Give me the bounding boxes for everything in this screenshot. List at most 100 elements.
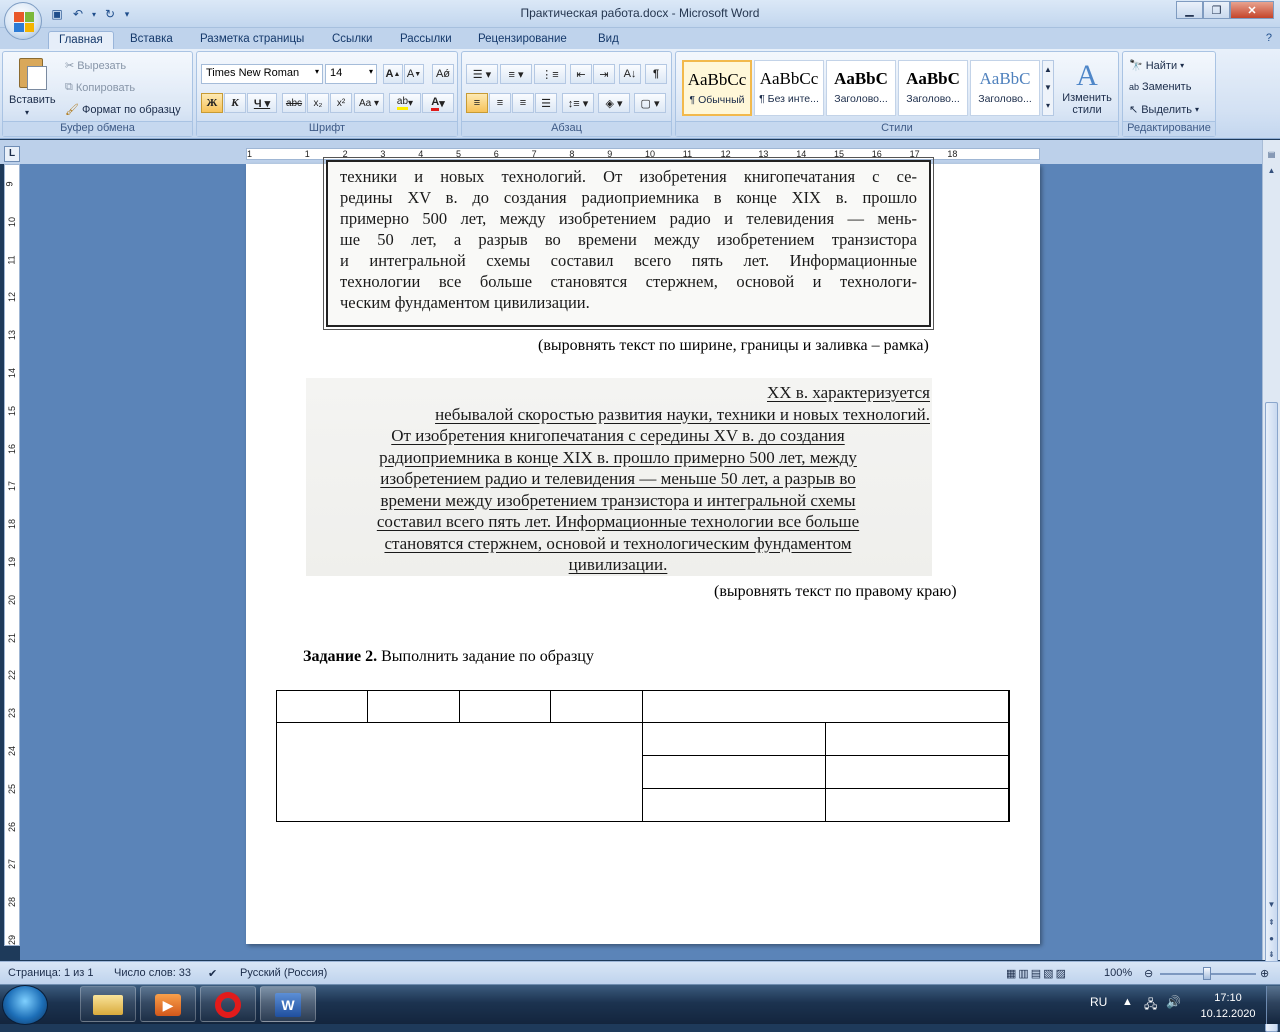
start-button[interactable]	[2, 985, 48, 1025]
zoom-level[interactable]: 100%	[1104, 967, 1132, 979]
tab-view[interactable]: Вид	[588, 31, 629, 50]
font-size-dropdown-icon[interactable]: ▾	[369, 67, 373, 76]
font-dropdown-icon[interactable]: ▾	[315, 67, 319, 76]
change-case-icon[interactable]: Aa ▾	[354, 93, 384, 113]
table-cell[interactable]	[459, 690, 551, 723]
multilevel-list-icon[interactable]: ⋮≡	[534, 64, 566, 84]
table-cell[interactable]	[642, 788, 826, 822]
paste-button[interactable]: Вставить	[9, 94, 56, 106]
page-count[interactable]: Страница: 1 из 1	[8, 967, 94, 979]
paste-icon[interactable]	[11, 58, 53, 92]
table-cell[interactable]	[642, 755, 826, 789]
show-formatting-icon[interactable]: ¶	[645, 64, 667, 84]
maximize-button[interactable]: ❐	[1203, 1, 1230, 19]
increase-indent-icon[interactable]: ⇥	[593, 64, 615, 84]
language-indicator-tray[interactable]: RU	[1090, 995, 1107, 1009]
font-name-combo[interactable]: Times New Roman ▾	[201, 64, 323, 84]
tab-mailings[interactable]: Рассылки	[390, 31, 462, 50]
italic-icon[interactable]: К	[224, 93, 246, 113]
paste-dropdown-icon[interactable]: ▾	[25, 108, 29, 117]
table-cell[interactable]	[550, 690, 643, 723]
table-cell[interactable]	[642, 690, 1010, 723]
table-cell[interactable]	[825, 722, 1010, 756]
show-hidden-icons-icon[interactable]: ▲	[1122, 996, 1133, 1008]
right-aligned-text-image[interactable]: XX в. характеризуется небывалой скорость…	[306, 378, 932, 576]
table-cell[interactable]	[276, 690, 368, 723]
word-count[interactable]: Число слов: 33	[114, 967, 191, 979]
numbering-icon[interactable]: ≡ ▾	[500, 64, 532, 84]
scroll-up-icon[interactable]: ▲	[1265, 164, 1278, 178]
shrink-font-icon[interactable]: A ▼	[404, 64, 424, 84]
table-cell[interactable]	[825, 788, 1010, 822]
replace-button[interactable]: ab Заменить	[1129, 81, 1191, 93]
previous-page-icon[interactable]: ⇞	[1265, 916, 1278, 930]
line-spacing-icon[interactable]: ↕≡ ▾	[562, 93, 594, 113]
explorer-taskbar-button[interactable]	[80, 986, 136, 1022]
framed-text-block[interactable]: техники и новых технологий. От изобретен…	[323, 157, 934, 330]
superscript-icon[interactable]: x²	[330, 93, 352, 113]
change-styles-button[interactable]: A Изменить стили	[1058, 60, 1116, 120]
ruler-toggle-icon[interactable]: ▤	[1265, 148, 1278, 162]
task-heading[interactable]: Задание 2. Выполнить задание по образцу	[303, 648, 594, 666]
decrease-indent-icon[interactable]: ⇤	[570, 64, 592, 84]
style-no-spacing[interactable]: AaBbCc ¶ Без инте...	[754, 60, 824, 116]
font-color-icon[interactable]: A ▾	[422, 93, 454, 113]
format-painter-button[interactable]: 🖌 Формат по образцу	[65, 103, 181, 117]
scroll-down-icon[interactable]: ▼	[1265, 898, 1278, 912]
close-button[interactable]: ✕	[1230, 1, 1274, 19]
tab-page-layout[interactable]: Разметка страницы	[190, 31, 314, 50]
language-indicator[interactable]: Русский (Россия)	[240, 967, 327, 979]
table-cell[interactable]	[276, 722, 643, 822]
vertical-ruler[interactable]: 9 10 11 12 13 14 15 16 17 18 19 20 21 22 23 24 25 26 27 28 2…	[4, 164, 20, 946]
clear-formatting-icon[interactable]: Aǿ	[432, 64, 454, 84]
word-taskbar-button[interactable]: W	[260, 986, 316, 1022]
strikethrough-icon[interactable]: abc	[282, 93, 306, 113]
table-cell[interactable]	[642, 722, 826, 756]
bold-icon[interactable]: Ж	[201, 93, 223, 113]
style-heading-1[interactable]: AaBbC Заголово...	[826, 60, 896, 116]
sort-icon[interactable]: A↓	[619, 64, 641, 84]
network-icon[interactable]: 🖧	[1144, 995, 1157, 1016]
zoom-in-icon[interactable]: ⊕	[1260, 967, 1269, 980]
spell-check-icon[interactable]: ✔	[208, 967, 217, 980]
cut-button[interactable]: ✂ Вырезать	[65, 59, 126, 73]
table-cell[interactable]	[825, 755, 1010, 789]
bullets-icon[interactable]: ☰ ▾	[466, 64, 498, 84]
align-center-icon[interactable]: ≡	[489, 93, 511, 113]
tab-selector-icon[interactable]: L	[4, 146, 20, 162]
style-heading-2[interactable]: AaBbC Заголово...	[898, 60, 968, 116]
justify-icon[interactable]: ☰	[535, 93, 557, 113]
vertical-scrollbar[interactable]: ▤ ▲ ▼ ⇞ ● ⇟	[1262, 140, 1280, 1032]
grow-font-icon[interactable]: A ▲	[383, 64, 403, 84]
styles-scroll[interactable]: ▲ ▼ ▾	[1042, 60, 1054, 116]
clock[interactable]: 17:10 10.12.2020	[1196, 990, 1260, 1022]
tab-references[interactable]: Ссылки	[322, 31, 383, 50]
zoom-slider-thumb[interactable]	[1203, 967, 1211, 980]
opera-taskbar-button[interactable]	[200, 986, 256, 1022]
browse-object-icon[interactable]: ●	[1265, 932, 1278, 946]
align-right-icon[interactable]: ≡	[512, 93, 534, 113]
media-player-taskbar-button[interactable]: ▶	[140, 986, 196, 1022]
shading-icon[interactable]: ◈ ▾	[598, 93, 630, 113]
style-normal[interactable]: AaBbCc ¶ Обычный	[682, 60, 752, 116]
minimize-button[interactable]: ▁	[1176, 1, 1203, 19]
borders-icon[interactable]: ▢ ▾	[634, 93, 666, 113]
find-button[interactable]: 🔭 Найти ▾	[1129, 59, 1184, 73]
style-heading-3[interactable]: AaBbC Заголово...	[970, 60, 1040, 116]
tab-insert[interactable]: Вставка	[120, 31, 183, 50]
zoom-out-icon[interactable]: ⊖	[1144, 967, 1153, 980]
tab-home[interactable]: Главная	[48, 31, 114, 50]
copy-button[interactable]: ⧉ Копировать	[65, 81, 135, 94]
table-cell[interactable]	[367, 690, 460, 723]
sample-table[interactable]	[276, 690, 1010, 822]
volume-icon[interactable]: 🔊	[1166, 995, 1181, 1009]
tab-review[interactable]: Рецензирование	[468, 31, 577, 50]
highlight-icon[interactable]: ab ▾	[389, 93, 421, 113]
align-left-icon[interactable]: ≡	[466, 93, 488, 113]
underline-icon[interactable]: Ч ▾	[247, 93, 277, 113]
office-button[interactable]	[4, 2, 42, 40]
subscript-icon[interactable]: x₂	[307, 93, 329, 113]
view-buttons-icon[interactable]: ▦▥▤▧▨	[1006, 967, 1068, 980]
show-desktop-button[interactable]	[1266, 986, 1280, 1024]
horizontal-ruler[interactable]: 1 1 2 3 4 5 6 7 8 9 10 11 12 13 14 15 16 17 18	[246, 148, 1040, 160]
